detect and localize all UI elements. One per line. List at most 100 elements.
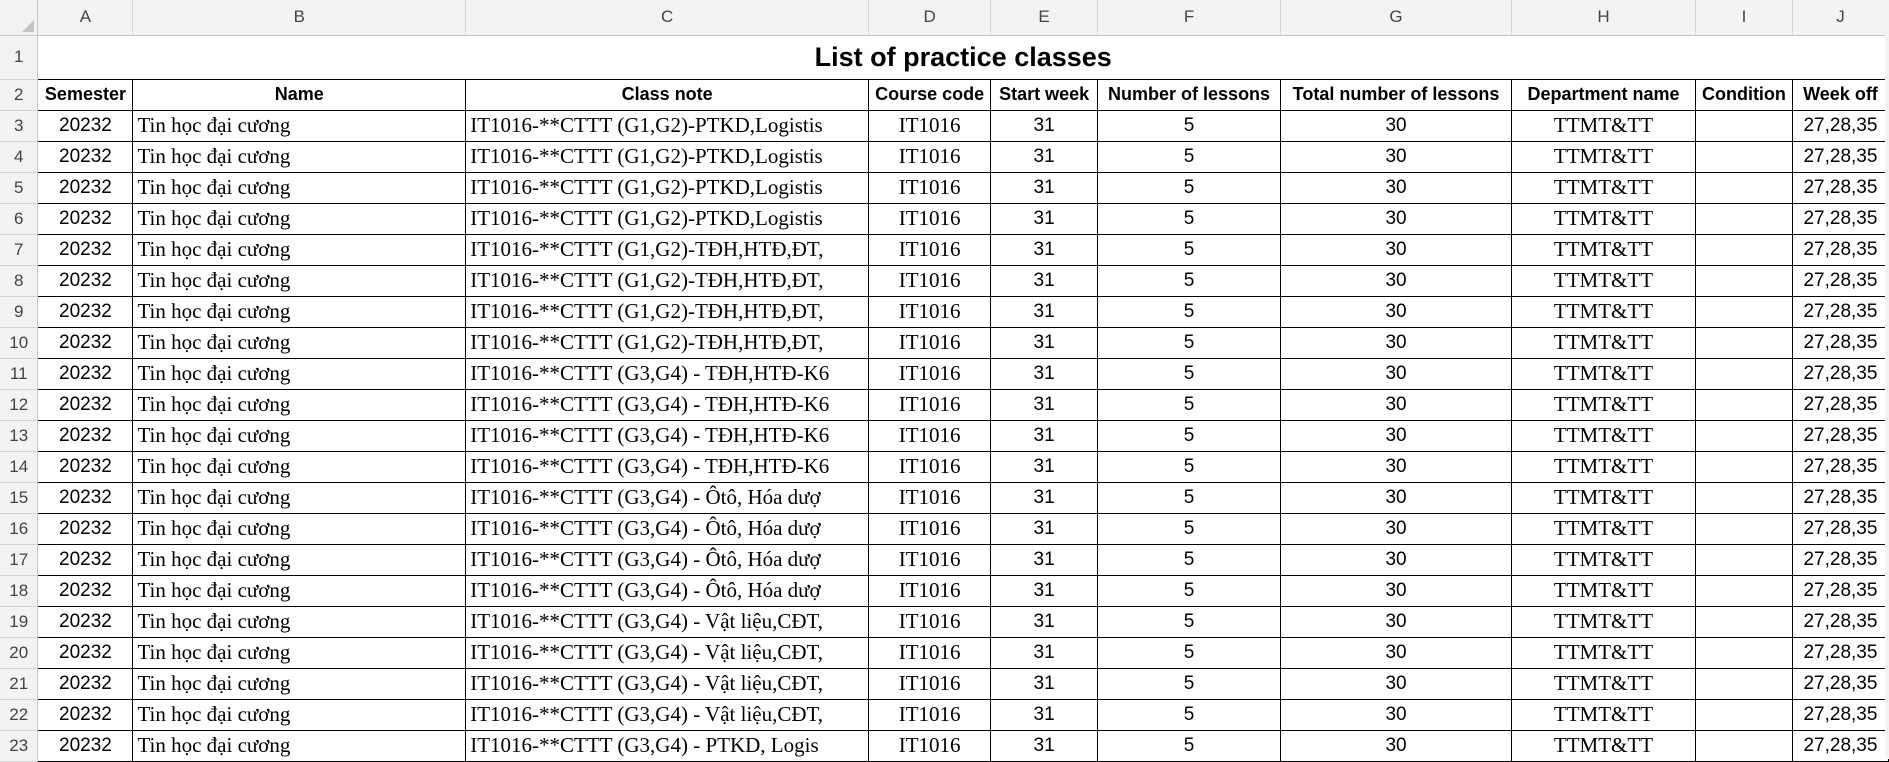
table-cell[interactable]: 30: [1280, 326, 1513, 359]
table-cell[interactable]: IT1016-**CTTT (G1,G2)-TĐH,HTĐ,ĐT,: [465, 233, 870, 266]
table-cell[interactable]: 30: [1280, 481, 1513, 514]
table-cell[interactable]: IT1016-**CTTT (G3,G4) - Vật liệu,CĐT,: [465, 667, 870, 700]
table-cell[interactable]: 5: [1097, 264, 1282, 297]
table-cell[interactable]: TTMT&TT: [1511, 543, 1696, 576]
table-cell[interactable]: [1694, 202, 1793, 235]
table-cell[interactable]: IT1016: [868, 326, 992, 359]
table-cell[interactable]: 5: [1097, 419, 1282, 452]
table-cell[interactable]: IT1016-**CTTT (G3,G4) - Vật liệu,CĐT,: [465, 698, 870, 731]
sheet-title-cell[interactable]: List of practice classes: [37, 34, 1889, 80]
table-cell[interactable]: IT1016: [868, 605, 992, 638]
row-header[interactable]: 7: [0, 234, 39, 266]
column-header-g[interactable]: G: [1280, 0, 1513, 36]
table-cell[interactable]: 30: [1280, 202, 1513, 235]
table-cell[interactable]: 31: [990, 419, 1099, 452]
table-cell[interactable]: 31: [990, 171, 1099, 204]
row-header[interactable]: 6: [0, 203, 39, 235]
table-cell[interactable]: 5: [1097, 481, 1282, 514]
table-cell[interactable]: IT1016-**CTTT (G3,G4) - TĐH,HTĐ-K6: [465, 450, 870, 483]
column-header-e[interactable]: E: [990, 0, 1099, 36]
table-cell[interactable]: Tin học đại cương: [132, 605, 467, 638]
table-cell[interactable]: [1694, 512, 1793, 545]
table-cell[interactable]: Tin học đại cương: [132, 450, 467, 483]
table-cell[interactable]: IT1016: [868, 388, 992, 421]
table-cell[interactable]: IT1016: [868, 543, 992, 576]
header-cell[interactable]: Total number of lessons: [1280, 78, 1513, 111]
row-header[interactable]: 19: [0, 606, 39, 638]
table-cell[interactable]: Tin học đại cương: [132, 357, 467, 390]
table-cell[interactable]: [1694, 326, 1793, 359]
table-cell[interactable]: 30: [1280, 729, 1513, 762]
row-header-1[interactable]: 1: [0, 35, 39, 80]
table-cell[interactable]: 20232: [37, 729, 134, 762]
table-cell[interactable]: 30: [1280, 109, 1513, 142]
table-cell[interactable]: 31: [990, 574, 1099, 607]
row-header[interactable]: 18: [0, 575, 39, 607]
table-cell[interactable]: IT1016-**CTTT (G3,G4) - Vật liệu,CĐT,: [465, 605, 870, 638]
header-cell[interactable]: Class note: [465, 78, 870, 111]
table-cell[interactable]: [1694, 729, 1793, 762]
table-cell[interactable]: 20232: [37, 543, 134, 576]
table-cell[interactable]: TTMT&TT: [1511, 109, 1696, 142]
table-cell[interactable]: TTMT&TT: [1511, 326, 1696, 359]
table-cell[interactable]: 27,28,35: [1791, 357, 1889, 390]
row-header[interactable]: 22: [0, 699, 39, 731]
table-cell[interactable]: 20232: [37, 326, 134, 359]
table-cell[interactable]: IT1016-**CTTT (G1,G2)-TĐH,HTĐ,ĐT,: [465, 326, 870, 359]
table-cell[interactable]: Tin học đại cương: [132, 543, 467, 576]
table-cell[interactable]: 31: [990, 543, 1099, 576]
table-cell[interactable]: 5: [1097, 698, 1282, 731]
table-cell[interactable]: IT1016: [868, 574, 992, 607]
table-cell[interactable]: Tin học đại cương: [132, 667, 467, 700]
column-header-a[interactable]: A: [37, 0, 134, 36]
column-header-f[interactable]: F: [1097, 0, 1282, 36]
table-cell[interactable]: 20232: [37, 295, 134, 328]
table-cell[interactable]: IT1016-**CTTT (G3,G4) - Vật liệu,CĐT,: [465, 636, 870, 669]
table-cell[interactable]: IT1016: [868, 729, 992, 762]
table-cell[interactable]: 30: [1280, 295, 1513, 328]
table-cell[interactable]: TTMT&TT: [1511, 295, 1696, 328]
table-cell[interactable]: 31: [990, 481, 1099, 514]
header-cell[interactable]: Start week: [990, 78, 1099, 111]
table-cell[interactable]: TTMT&TT: [1511, 605, 1696, 638]
table-cell[interactable]: 31: [990, 512, 1099, 545]
table-cell[interactable]: 20232: [37, 388, 134, 421]
row-header[interactable]: 4: [0, 141, 39, 173]
header-cell[interactable]: Department name: [1511, 78, 1696, 111]
table-cell[interactable]: IT1016-**CTTT (G3,G4) - Ôtô, Hóa dượ: [465, 543, 870, 576]
table-cell[interactable]: Tin học đại cương: [132, 295, 467, 328]
table-cell[interactable]: 30: [1280, 264, 1513, 297]
table-cell[interactable]: IT1016: [868, 450, 992, 483]
table-cell[interactable]: 20232: [37, 264, 134, 297]
table-cell[interactable]: [1694, 171, 1793, 204]
table-cell[interactable]: Tin học đại cương: [132, 109, 467, 142]
table-cell[interactable]: [1694, 419, 1793, 452]
table-cell[interactable]: TTMT&TT: [1511, 481, 1696, 514]
table-cell[interactable]: TTMT&TT: [1511, 264, 1696, 297]
table-cell[interactable]: [1694, 140, 1793, 173]
table-cell[interactable]: 5: [1097, 109, 1282, 142]
table-cell[interactable]: IT1016: [868, 109, 992, 142]
table-cell[interactable]: Tin học đại cương: [132, 419, 467, 452]
table-cell[interactable]: 31: [990, 295, 1099, 328]
table-cell[interactable]: 20232: [37, 357, 134, 390]
table-cell[interactable]: 20232: [37, 605, 134, 638]
table-cell[interactable]: 5: [1097, 388, 1282, 421]
table-cell[interactable]: 20232: [37, 171, 134, 204]
table-cell[interactable]: IT1016: [868, 233, 992, 266]
table-cell[interactable]: IT1016: [868, 264, 992, 297]
table-cell[interactable]: 20232: [37, 667, 134, 700]
table-cell[interactable]: 30: [1280, 512, 1513, 545]
table-cell[interactable]: 31: [990, 326, 1099, 359]
table-cell[interactable]: IT1016: [868, 202, 992, 235]
table-cell[interactable]: 5: [1097, 574, 1282, 607]
table-cell[interactable]: [1694, 450, 1793, 483]
table-cell[interactable]: [1694, 698, 1793, 731]
table-cell[interactable]: 31: [990, 388, 1099, 421]
header-cell[interactable]: Semester: [37, 78, 134, 111]
table-cell[interactable]: IT1016: [868, 512, 992, 545]
table-cell[interactable]: 27,28,35: [1791, 512, 1889, 545]
table-cell[interactable]: IT1016: [868, 140, 992, 173]
table-cell[interactable]: [1694, 388, 1793, 421]
table-cell[interactable]: IT1016-**CTTT (G3,G4) - TĐH,HTĐ-K6: [465, 388, 870, 421]
